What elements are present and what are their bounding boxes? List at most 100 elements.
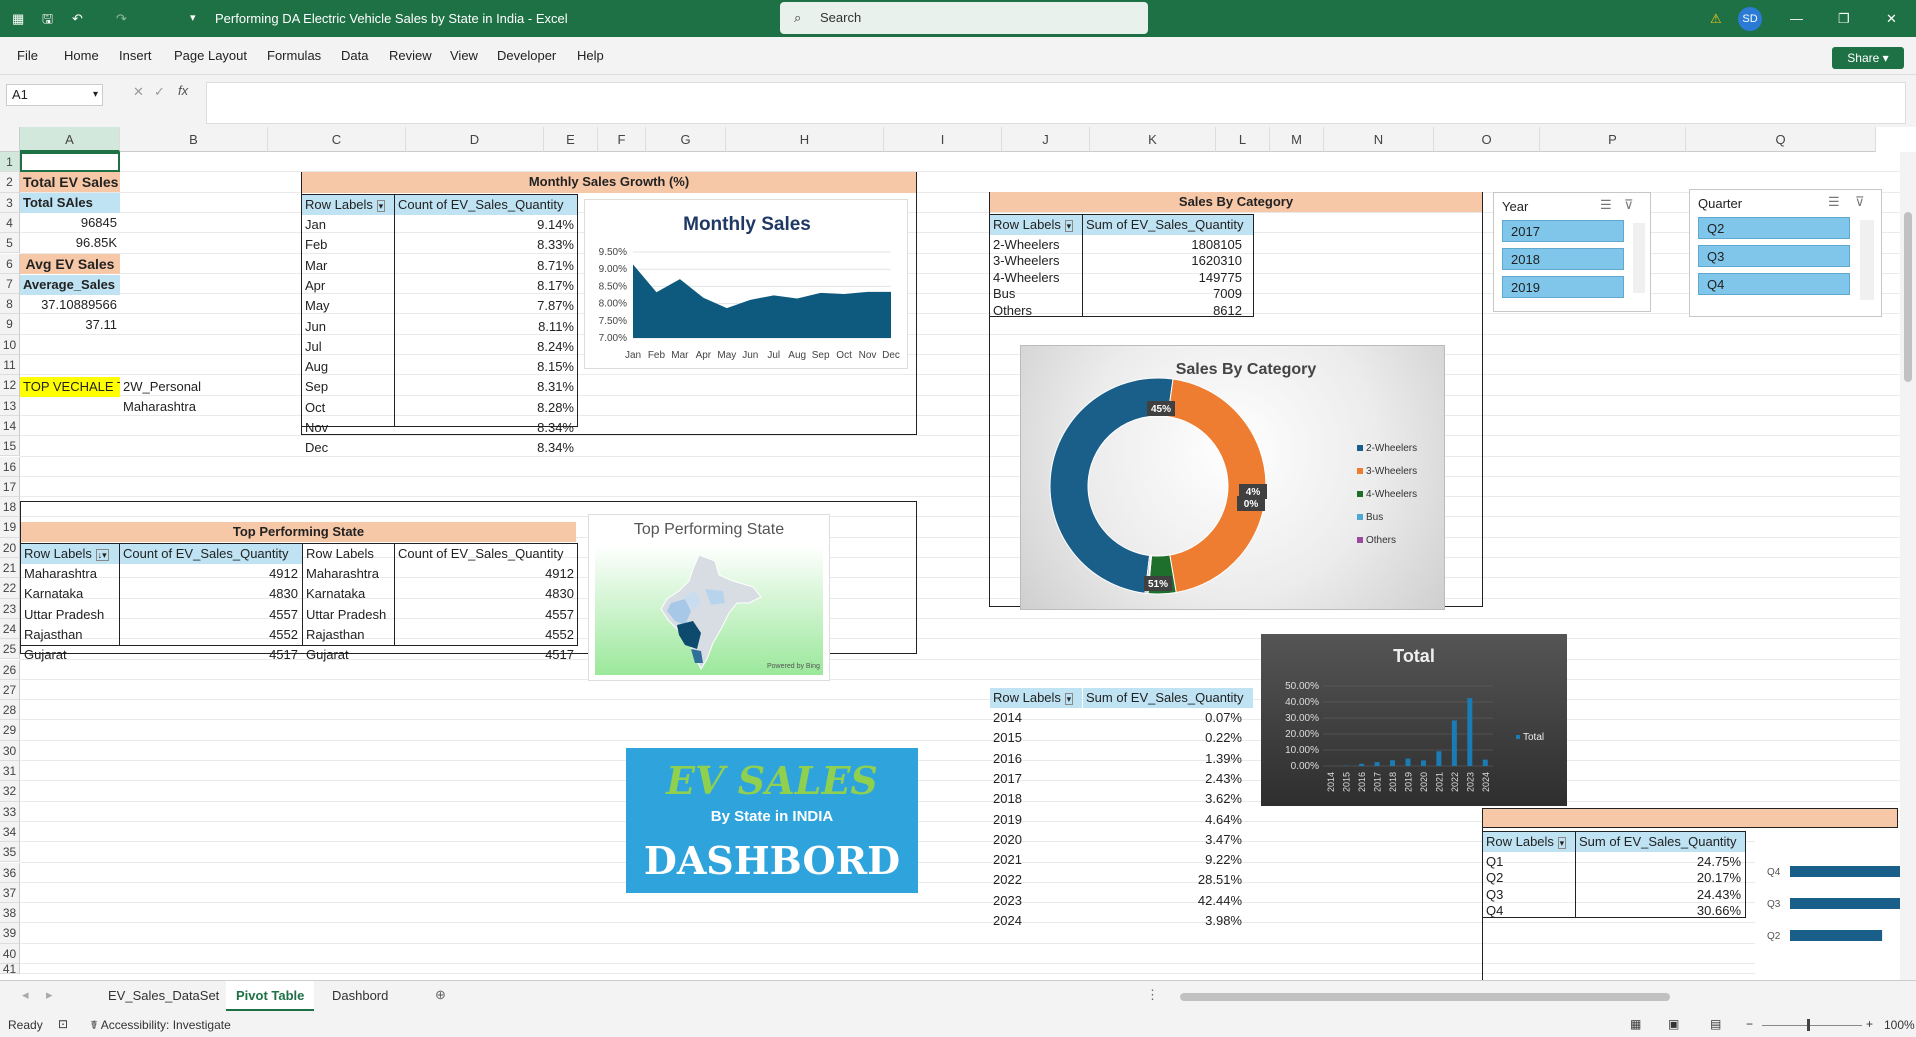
column-header[interactable]: I — [884, 127, 1002, 152]
quarter-slicer-scrollbar[interactable] — [1860, 220, 1874, 300]
row-header[interactable]: 39 — [0, 923, 20, 944]
column-header[interactable]: O — [1434, 127, 1540, 152]
year-slicer[interactable]: Year ⊽ ☰ 2017 2018 2019 — [1493, 192, 1651, 312]
row-header[interactable]: 27 — [0, 679, 20, 701]
category-col1[interactable]: Row Labels ▾ — [990, 215, 1082, 235]
active-cell[interactable] — [20, 152, 120, 172]
zoom-slider[interactable] — [1762, 1025, 1862, 1026]
year-item-2019[interactable]: 2019 — [1502, 276, 1624, 298]
user-avatar[interactable]: SD — [1738, 7, 1762, 31]
row-header[interactable]: 32 — [0, 781, 20, 802]
filter-dropdown-icon[interactable]: ▾ — [1064, 693, 1074, 705]
year-slicer-scrollbar[interactable] — [1633, 223, 1645, 293]
multi-select-icon[interactable]: ☰ — [1828, 194, 1840, 210]
add-sheet-icon[interactable]: ⊕ — [435, 987, 446, 1003]
clear-filter-icon[interactable]: ⊽ — [1624, 197, 1634, 213]
row-header[interactable]: 4 — [0, 212, 20, 234]
row-header[interactable]: 9 — [0, 314, 20, 335]
zoom-out-icon[interactable]: − — [1746, 1017, 1753, 1031]
row-header[interactable]: 19 — [0, 517, 20, 538]
year-item-2018[interactable]: 2018 — [1502, 248, 1624, 270]
quarter-item-q4[interactable]: Q4 — [1698, 273, 1850, 295]
zoom-level[interactable]: 100% — [1884, 1018, 1915, 1032]
row-header[interactable]: 23 — [0, 598, 20, 619]
row-header[interactable]: 34 — [0, 821, 20, 843]
column-header[interactable]: M — [1270, 127, 1324, 152]
vertical-scrollbar[interactable] — [1900, 152, 1916, 980]
close-icon[interactable]: ✕ — [1886, 0, 1897, 37]
sheet-tab-dataset[interactable]: EV_Sales_DataSet — [98, 981, 229, 1011]
row-header[interactable]: 33 — [0, 801, 20, 822]
macro-record-icon[interactable]: ⊡ — [58, 1017, 68, 1031]
row-header[interactable]: 36 — [0, 862, 20, 883]
row-header[interactable]: 3 — [0, 192, 20, 213]
top-state-col1[interactable]: Row Labels ↓▾ — [21, 544, 119, 564]
column-header[interactable]: G — [646, 127, 726, 152]
row-header[interactable]: 10 — [0, 334, 20, 355]
year-col1[interactable]: Row Labels ▾ — [990, 688, 1082, 708]
quarter-slicer[interactable]: Quarter ⊽ ☰ Q2 Q3 Q4 — [1689, 189, 1882, 317]
column-header[interactable]: H — [726, 127, 884, 152]
more-options-icon[interactable]: ⋮ — [1146, 987, 1159, 1003]
row-header[interactable]: 15 — [0, 436, 20, 457]
monthly-col1[interactable]: Row Labels ▾ — [302, 195, 394, 215]
column-header[interactable]: C — [268, 127, 406, 152]
worksheet-grid[interactable]: ABCDEFGHIJKLMNOPQ 1 2 3 4 5 6 7 8 9 10 11 12 13 14 15 1… — [0, 127, 1916, 980]
horizontal-scroll-thumb[interactable] — [1180, 993, 1670, 1001]
insert-function-icon[interactable]: fx — [178, 83, 188, 98]
row-header[interactable]: 5 — [0, 233, 20, 254]
undo-icon[interactable]: ↶ — [72, 0, 83, 37]
column-header[interactable]: K — [1090, 127, 1216, 152]
row-header[interactable]: 17 — [0, 476, 20, 498]
menu-view[interactable]: View — [450, 37, 478, 75]
menu-page-layout[interactable]: Page Layout — [174, 37, 247, 75]
cancel-icon[interactable]: ✕ — [133, 84, 144, 100]
row-header[interactable]: 26 — [0, 659, 20, 680]
row-header[interactable]: 28 — [0, 700, 20, 721]
clear-filter-icon[interactable]: ⊽ — [1855, 194, 1865, 210]
column-header[interactable]: A — [20, 127, 120, 152]
column-header[interactable]: D — [406, 127, 544, 152]
year-item-2017[interactable]: 2017 — [1502, 220, 1624, 242]
row-header[interactable]: 24 — [0, 618, 20, 640]
minimize-icon[interactable]: — — [1790, 0, 1803, 37]
menu-developer[interactable]: Developer — [497, 37, 556, 75]
row-header[interactable]: 22 — [0, 578, 20, 599]
select-all-corner[interactable] — [0, 127, 20, 152]
enter-icon[interactable]: ✓ — [154, 84, 165, 100]
row-header[interactable]: 37 — [0, 882, 20, 904]
row-header[interactable]: 6 — [0, 253, 20, 274]
row-header[interactable]: 13 — [0, 395, 20, 416]
normal-view-icon[interactable]: ▦ — [1630, 1017, 1641, 1031]
page-break-icon[interactable]: ▤ — [1710, 1017, 1721, 1031]
menu-review[interactable]: Review — [389, 37, 432, 75]
row-header[interactable]: 40 — [0, 943, 20, 964]
menu-data[interactable]: Data — [341, 37, 368, 75]
sheet-tab-pivot-table[interactable]: Pivot Table — [226, 981, 315, 1011]
search-box[interactable]: ⌕ Search — [780, 2, 1148, 34]
row-header[interactable]: 8 — [0, 294, 20, 315]
customize-toolbar-icon[interactable]: ▾ — [190, 0, 196, 37]
row-header[interactable]: 29 — [0, 720, 20, 741]
redo-icon[interactable]: ↷ — [116, 0, 127, 37]
save-icon[interactable]: 🖫 — [42, 0, 53, 37]
row-header[interactable]: 1 — [0, 152, 20, 173]
page-layout-icon[interactable]: ▣ — [1668, 1017, 1679, 1031]
vertical-scroll-thumb[interactable] — [1904, 212, 1912, 382]
menu-insert[interactable]: Insert — [119, 37, 152, 75]
filter-dropdown-icon[interactable]: ▾ — [376, 200, 386, 212]
formula-input[interactable] — [206, 82, 1906, 124]
column-header[interactable]: P — [1540, 127, 1686, 152]
row-header[interactable]: 12 — [0, 375, 20, 396]
row-header[interactable]: 20 — [0, 537, 20, 558]
column-header[interactable]: E — [544, 127, 598, 152]
filter-dropdown-icon[interactable]: ▾ — [1557, 837, 1567, 849]
menu-help[interactable]: Help — [577, 37, 604, 75]
prev-sheet-icon[interactable]: ◂ — [22, 987, 29, 1003]
column-header[interactable]: B — [120, 127, 268, 152]
menu-formulas[interactable]: Formulas — [267, 37, 321, 75]
accessibility-status[interactable]: ☤ Accessibility: Investigate — [90, 1018, 231, 1032]
row-header[interactable]: 2 — [0, 172, 20, 193]
zoom-slider-thumb[interactable] — [1807, 1019, 1810, 1031]
row-header[interactable]: 7 — [0, 273, 20, 295]
